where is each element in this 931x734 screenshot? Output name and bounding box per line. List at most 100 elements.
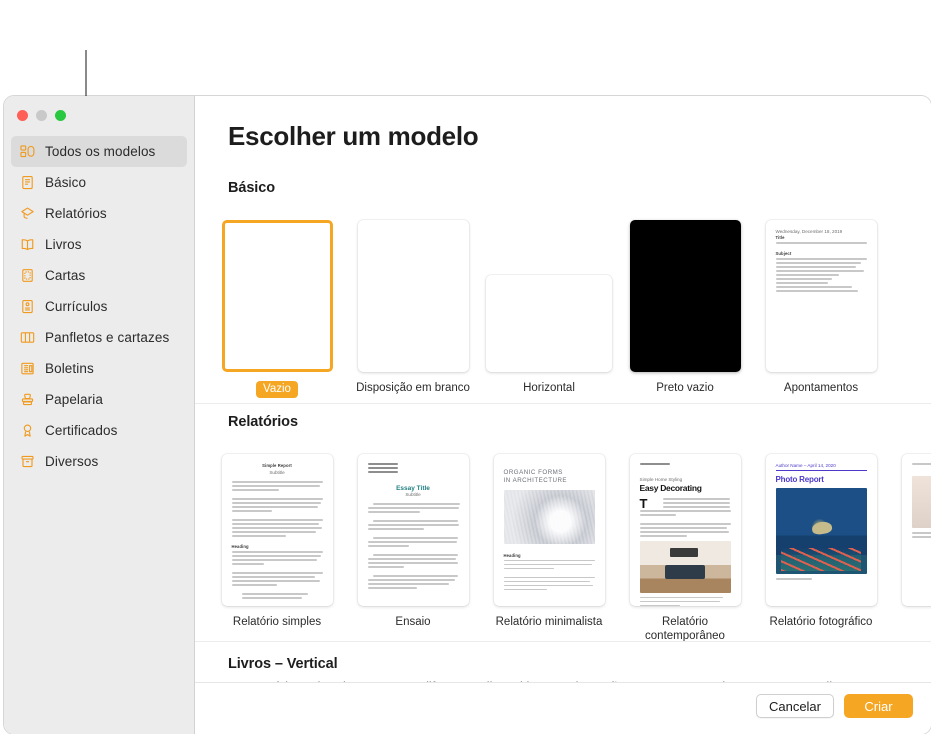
thumbnail-box: Simple Report Subtitle Heading <box>221 446 333 606</box>
section-basico: Básico Vazio Disposição em branco Horizo… <box>195 180 931 399</box>
page-title: Escolher um modelo <box>228 121 479 151</box>
template-thumbnail[interactable] <box>901 454 931 606</box>
sidebar-item-label: Boletins <box>45 361 94 376</box>
all-templates-icon <box>19 143 36 160</box>
section-heading: Básico <box>228 180 275 196</box>
sidebar-item-label: Básico <box>45 175 87 190</box>
sidebar-item-todos-os-modelos[interactable]: Todos os modelos <box>11 136 187 167</box>
template-chooser-window: Todos os modelos Básico Relatórios Livro… <box>4 96 931 734</box>
template-tile-disposicao-em-branco[interactable]: Disposição em branco <box>345 212 481 398</box>
template-label: Disposição em branco <box>356 382 470 394</box>
cancel-button[interactable]: Cancelar <box>755 694 834 718</box>
callout-leader-line <box>85 50 87 98</box>
sidebar-item-label: Papelaria <box>45 392 103 407</box>
essay-subtitle: Subtitle <box>405 492 421 497</box>
template-tile-relatorio-simples[interactable]: Simple Report Subtitle Heading Relatório… <box>209 446 345 644</box>
mr-title-line1: ORGANIC FORMS <box>503 469 563 476</box>
template-thumbnail[interactable]: ORGANIC FORMS IN ARCHITECTURE Heading <box>493 454 605 606</box>
sidebar-item-papelaria[interactable]: Papelaria <box>11 384 187 415</box>
template-tile-relatorio-fotografico[interactable]: Author Name – April 14, 2020 Photo Repor… <box>753 446 889 644</box>
cr-title: Easy Decorating <box>639 483 702 493</box>
thumbnail-box <box>221 212 333 372</box>
sidebar: Todos os modelos Básico Relatórios Livro… <box>4 96 195 734</box>
create-button[interactable]: Criar <box>844 694 913 718</box>
thumbnail-box: Simple Home Styling Easy Decorating T <box>629 446 741 606</box>
template-thumbnail[interactable]: Simple Home Styling Easy Decorating T <box>629 454 741 606</box>
template-label: Relatório minimalista <box>495 616 603 628</box>
sidebar-item-boletins[interactable]: Boletins <box>11 353 187 384</box>
notes-subject: Subject <box>775 251 792 256</box>
template-row: Vazio Disposição em branco Horizontal Pr… <box>195 212 931 399</box>
template-tile-relatorio-minimalista[interactable]: ORGANIC FORMS IN ARCHITECTURE Heading Re… <box>481 446 617 644</box>
dialog-footer: Cancelar Criar <box>195 682 931 734</box>
template-thumbnail[interactable] <box>357 220 469 372</box>
template-tile-apontamentos[interactable]: Wednesday, December 18, 2019 Title Subje… <box>753 212 889 398</box>
sidebar-item-livros[interactable]: Livros <box>11 229 187 260</box>
sidebar-item-basico[interactable]: Básico <box>11 167 187 198</box>
thumbnail-preview-contemporary-report: Simple Home Styling Easy Decorating T <box>630 454 741 606</box>
mr-heading: Heading <box>503 552 521 558</box>
stamp-icon <box>19 391 36 408</box>
template-thumbnail[interactable] <box>221 220 333 372</box>
pr-byline: Author Name – April 14, 2020 <box>775 463 836 468</box>
template-thumbnail[interactable] <box>486 275 612 372</box>
sr-title: Simple Report <box>262 463 292 468</box>
thumbnail-preview-photo-report: Author Name – April 14, 2020 Photo Repor… <box>766 454 877 606</box>
thumbnail-box: Essay Title Subtitle <box>357 446 469 606</box>
notes-title: Title <box>775 235 785 240</box>
footer-buttons: Cancelar Criar <box>755 694 913 718</box>
template-tile-vazio[interactable]: Vazio <box>209 212 345 399</box>
sidebar-item-label: Todos os modelos <box>45 144 156 159</box>
sidebar-item-cartas[interactable]: Cartas <box>11 260 187 291</box>
template-tile-horizontal[interactable]: Horizontal <box>481 212 617 398</box>
template-label: Relatório fotográfico <box>769 616 873 628</box>
template-label: Preto vazio <box>656 382 714 394</box>
close-button[interactable] <box>17 109 28 121</box>
template-tile-ensaio[interactable]: Essay Title Subtitle Ensaio <box>345 446 481 644</box>
essay-title: Essay Title <box>396 485 430 492</box>
template-tile-preto-vazio[interactable]: Preto vazio <box>617 212 753 398</box>
template-label: Relatório simples <box>232 616 322 628</box>
sr-heading: Heading <box>231 544 249 549</box>
open-book-icon <box>19 236 36 253</box>
sidebar-item-relatorios[interactable]: Relatórios <box>11 198 187 229</box>
template-thumbnail[interactable] <box>629 220 741 372</box>
thumbnail-box <box>629 212 741 372</box>
section-divider <box>195 641 931 642</box>
template-tile-partial[interactable] <box>889 446 931 644</box>
sidebar-item-label: Currículos <box>45 299 108 314</box>
framed-card-icon <box>19 267 36 284</box>
thumbnail-box <box>901 446 931 606</box>
basic-document-icon <box>19 174 36 191</box>
notes-date: Wednesday, December 18, 2019 <box>775 229 843 234</box>
thumbnail-box: Wednesday, December 18, 2019 Title Subje… <box>765 212 877 372</box>
underwater-turtle-photo <box>775 488 867 574</box>
template-thumbnail[interactable]: Author Name – April 14, 2020 Photo Repor… <box>765 454 877 606</box>
window-traffic-lights <box>4 102 194 128</box>
template-row: Simple Report Subtitle Heading Relatório… <box>195 446 931 644</box>
sidebar-item-certificados[interactable]: Certificados <box>11 415 187 446</box>
minimize-button[interactable] <box>36 109 47 121</box>
resume-icon <box>19 298 36 315</box>
thumbnail-box <box>486 212 612 372</box>
template-thumbnail[interactable]: Simple Report Subtitle Heading <box>221 454 333 606</box>
sidebar-item-label: Diversos <box>45 454 99 469</box>
sidebar-item-panfletos-e-cartazes[interactable]: Panfletos e cartazes <box>11 322 187 353</box>
template-label: Ensaio <box>395 616 431 628</box>
brochure-icon <box>19 329 36 346</box>
thumbnail-box <box>357 212 469 372</box>
template-label: Vazio <box>256 381 298 399</box>
thumbnail-preview-notes: Wednesday, December 18, 2019 Title Subje… <box>766 220 877 372</box>
sidebar-item-diversos[interactable]: Diversos <box>11 446 187 477</box>
thumbnail-preview-partial <box>902 454 931 606</box>
sidebar-item-curriculos[interactable]: Currículos <box>11 291 187 322</box>
sidebar-item-label: Cartas <box>45 268 86 283</box>
template-thumbnail[interactable]: Wednesday, December 18, 2019 Title Subje… <box>765 220 877 372</box>
sr-subtitle: Subtitle <box>269 470 285 475</box>
sidebar-item-label: Livros <box>45 237 82 252</box>
sidebar-item-label: Certificados <box>45 423 118 438</box>
architecture-photo <box>503 489 595 544</box>
template-thumbnail[interactable]: Essay Title Subtitle <box>357 454 469 606</box>
zoom-button[interactable] <box>55 109 66 121</box>
template-tile-relatorio-contemporaneo[interactable]: Simple Home Styling Easy Decorating T Re… <box>617 446 753 644</box>
